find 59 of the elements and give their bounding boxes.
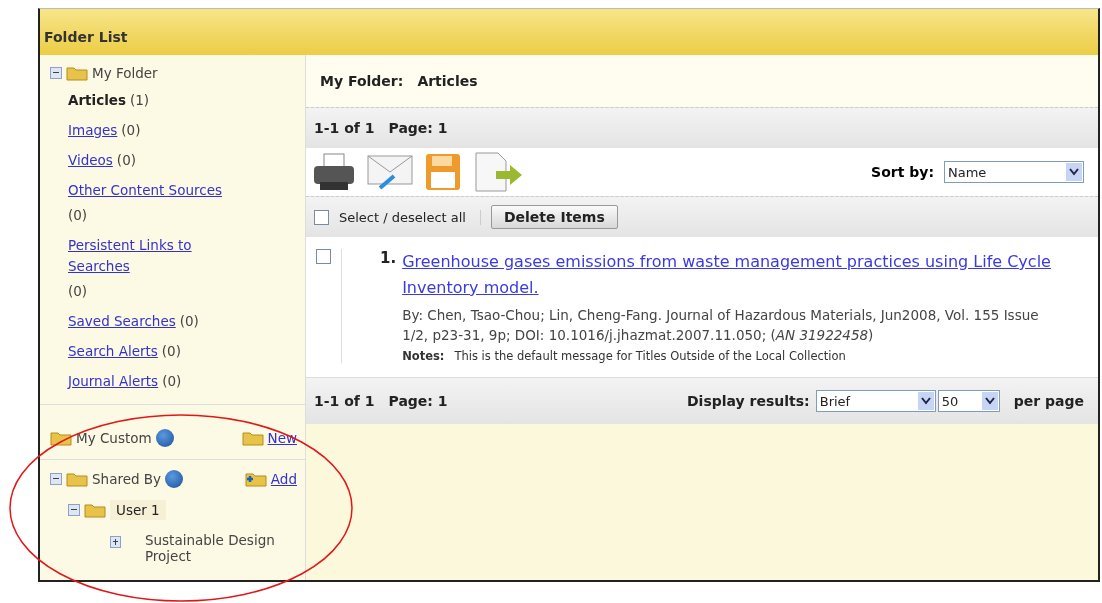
item-count: (0): [116, 151, 136, 170]
select-all-checkbox[interactable]: [314, 209, 329, 225]
add-folder-icon: [244, 471, 267, 487]
envelope-icon[interactable]: [366, 152, 414, 192]
display-results-label: Display results:: [687, 393, 810, 409]
folder-icon: [241, 430, 264, 446]
folder-link[interactable]: Journal Alerts: [68, 371, 159, 392]
notes-label: Notes:: [402, 349, 445, 363]
help-icon[interactable]: [155, 429, 174, 447]
item-count: (0): [162, 372, 182, 391]
sort-label: Sort by:: [871, 164, 934, 180]
folder-icon: [66, 65, 88, 81]
tree-toggle[interactable]: [50, 67, 62, 79]
breadcrumb-value: Articles: [417, 73, 478, 89]
folder-label: Shared By: [92, 471, 162, 487]
folder-link[interactable]: Videos: [68, 150, 113, 171]
folder-link[interactable]: Saved Searches: [68, 311, 176, 332]
result-title-link[interactable]: Greenhouse gases emissions from waste management practices using Life Cycle Inventory model.: [402, 249, 1068, 301]
folder-link[interactable]: Images: [68, 120, 118, 141]
project-label[interactable]: Sustainable Design Project: [124, 532, 297, 564]
item-count: (0): [68, 206, 88, 225]
select-all-label: Select / deselect all: [339, 209, 481, 225]
breadcrumb-label: My Folder:: [320, 73, 404, 89]
citation: By: Chen, Tsao-Chou; Lin, Cheng-Fang. Journal of Hazardous Materials, Jun2008, Vol. 155 Issue 1/2, p23-31, 9p; DOI: 10.1016/j.jhazmat.2007.11.050; (AN 31922458): [402, 306, 1040, 345]
folder-label: My Custom: [76, 430, 152, 446]
folder-link[interactable]: Other Content Sources: [68, 180, 222, 201]
folder-item[interactable]: Articles: [68, 90, 126, 111]
folder-link[interactable]: Search Alerts: [68, 341, 158, 362]
item-count: (1): [130, 91, 150, 110]
folder-icon: [84, 502, 106, 518]
item-count: (0): [121, 121, 141, 140]
folder-label: My Folder: [92, 65, 158, 81]
page-number: Page: 1: [388, 120, 448, 136]
add-link[interactable]: Add: [270, 471, 297, 487]
item-count: (0): [179, 312, 199, 331]
result-range: 1-1 of 1: [314, 120, 375, 136]
result-range: 1-1 of 1: [314, 393, 375, 409]
tree-toggle[interactable]: [110, 536, 121, 548]
printer-icon[interactable]: [312, 152, 356, 192]
per-page-dropdown[interactable]: 50: [937, 390, 1000, 412]
result-number: 1.: [380, 249, 397, 269]
sort-dropdown[interactable]: Name: [944, 161, 1084, 183]
result-checkbox[interactable]: [316, 249, 331, 264]
folder-link[interactable]: Persistent Links to Searches: [68, 235, 228, 277]
header-title: Folder List: [44, 29, 128, 45]
delete-items-button[interactable]: Delete Items: [490, 205, 618, 229]
page-number: Page: 1: [388, 393, 448, 409]
tree-toggle[interactable]: [50, 473, 62, 485]
folder-icon: [66, 471, 88, 487]
notes-text: This is the default message for Titles Outside of the Local Collection: [454, 349, 846, 363]
help-icon[interactable]: [165, 470, 184, 488]
new-link[interactable]: New: [267, 430, 297, 446]
display-dropdown[interactable]: Brief: [815, 390, 936, 412]
tree-toggle[interactable]: [68, 504, 80, 516]
item-count: (0): [161, 342, 181, 361]
per-page-label: per page: [1013, 393, 1084, 409]
item-count: (0): [68, 282, 88, 301]
user-label[interactable]: User 1: [110, 500, 166, 520]
folder-icon: [50, 430, 72, 446]
